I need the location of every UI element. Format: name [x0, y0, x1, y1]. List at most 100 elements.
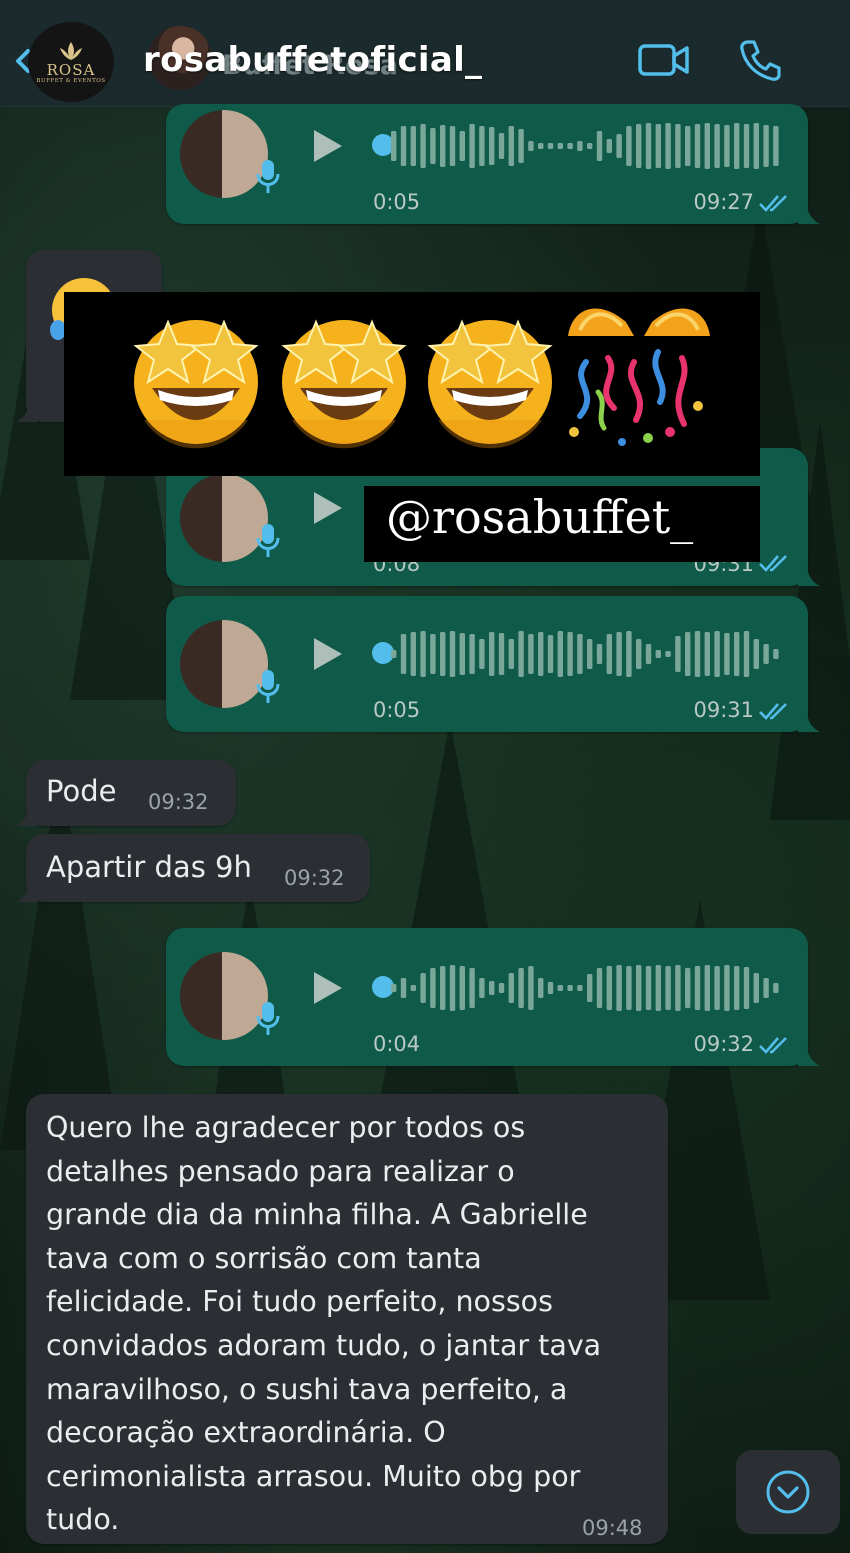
waveform-bar — [626, 631, 632, 677]
waveform-bar — [557, 985, 563, 991]
waveform-bar — [763, 644, 769, 664]
waveform-bar — [508, 973, 514, 1003]
waveform-bar — [430, 634, 436, 674]
waveform-bar — [675, 124, 681, 168]
star-struck-icon — [427, 319, 553, 449]
read-receipt-icon — [759, 555, 787, 572]
waveform-bar — [547, 982, 554, 994]
waveform-bar — [587, 143, 593, 149]
waveform-bar — [420, 631, 426, 677]
waveform-bar — [724, 965, 730, 1011]
incoming-message: Pode 09:32 — [16, 760, 236, 826]
waveform[interactable] — [390, 120, 782, 172]
waveform-bar — [694, 631, 701, 677]
voice-message[interactable]: 0:04 09:32 — [166, 928, 820, 1066]
waveform-bar — [479, 978, 485, 998]
waveform-bar — [440, 966, 446, 1010]
waveform-bar — [508, 126, 514, 166]
mention-tag[interactable]: @rosabuffet_ — [364, 486, 760, 562]
bubble-tail — [16, 804, 38, 826]
chat-header: Buffet Rosa ROSA BUFFET & EVENTOS rosabu… — [0, 0, 850, 107]
waveform-bar — [694, 966, 701, 1010]
waveform-bar — [469, 124, 475, 168]
logo-subtitle: BUFFET & EVENTOS — [36, 78, 106, 84]
bubble-tail — [16, 400, 38, 422]
waveform-bar — [714, 124, 720, 168]
waveform-bar — [616, 632, 622, 676]
waveform-bar — [704, 632, 710, 676]
video-call-icon[interactable] — [638, 40, 690, 80]
voice-duration: 0:04 — [373, 1032, 421, 1056]
waveform-bar — [449, 965, 456, 1011]
voice-message[interactable]: 0:05 09:27 — [166, 104, 820, 224]
play-icon[interactable] — [312, 490, 344, 526]
bubble-tail — [798, 564, 820, 586]
waveform-bar — [440, 632, 446, 676]
waveform-bar — [675, 636, 681, 672]
waveform-bar — [518, 129, 524, 163]
phone-call-icon[interactable] — [738, 38, 782, 82]
waveform-bar — [498, 983, 505, 993]
waveform-bar — [430, 128, 436, 164]
waveform-bar — [665, 651, 671, 657]
brand-logo: ROSA BUFFET & EVENTOS — [28, 22, 114, 102]
waveform-bar — [567, 143, 573, 149]
waveform-bar — [753, 639, 759, 669]
waveform-bar — [547, 635, 554, 673]
play-icon[interactable] — [312, 128, 344, 164]
microphone-icon — [256, 670, 280, 703]
waveform-bar — [410, 126, 416, 166]
waveform-bar — [636, 124, 642, 168]
voice-duration: 0:05 — [373, 190, 421, 214]
waveform-bar — [508, 639, 514, 669]
waveform-bar — [655, 124, 661, 168]
sender-avatar — [180, 474, 268, 562]
waveform-bar — [567, 632, 573, 676]
waveform-bar — [685, 632, 691, 676]
star-struck-icon — [281, 319, 407, 449]
waveform-bar — [459, 633, 465, 675]
microphone-icon — [256, 524, 280, 557]
scroll-to-bottom-button[interactable] — [736, 1450, 840, 1534]
waveform-bar — [596, 644, 603, 664]
waveform-bar — [410, 632, 416, 676]
waveform-bar — [704, 123, 710, 169]
waveform-bar — [587, 974, 593, 1002]
waveform-bar — [459, 131, 465, 161]
bubble-tail — [798, 202, 820, 224]
waveform-bar — [655, 650, 661, 658]
waveform-bar — [489, 981, 495, 995]
play-icon[interactable] — [312, 970, 344, 1006]
read-receipt-icon — [759, 195, 787, 212]
waveform[interactable] — [390, 628, 782, 680]
incoming-long-message: Quero lhe agradecer por todos os detalhe… — [26, 1094, 668, 1544]
waveform-bar — [714, 966, 720, 1010]
waveform-bar — [547, 143, 554, 149]
waveform-bar — [606, 139, 612, 153]
voice-message[interactable]: 0:05 09:31 — [166, 596, 820, 732]
incoming-message: Apartir das 9h 09:32 — [16, 834, 370, 902]
play-icon[interactable] — [312, 636, 344, 672]
bubble-tail — [16, 880, 38, 902]
waveform-bar — [391, 650, 397, 658]
waveform-bar — [538, 978, 544, 998]
waveform-bar — [763, 125, 769, 167]
waveform-bar — [734, 632, 740, 676]
waveform-bar — [489, 632, 495, 676]
waveform-bar — [440, 125, 446, 167]
waveform[interactable] — [390, 962, 782, 1014]
waveform-bar — [636, 965, 642, 1011]
account-name: rosabuffetoficial_ — [143, 40, 483, 80]
microphone-icon — [256, 1002, 280, 1035]
bubble-tail — [798, 1044, 820, 1066]
waveform-bar — [655, 965, 661, 1011]
waveform-bar — [538, 143, 544, 149]
waveform-bar — [694, 124, 701, 168]
waveform-bar — [410, 985, 416, 991]
waveform-bar — [577, 985, 583, 991]
message-time: 09:32 — [148, 790, 209, 814]
waveform-bar — [479, 639, 485, 669]
waveform-bar — [518, 631, 524, 677]
waveform-bar — [626, 966, 632, 1010]
message-text: Quero lhe agradecer por todos os detalhe… — [46, 1111, 602, 1537]
